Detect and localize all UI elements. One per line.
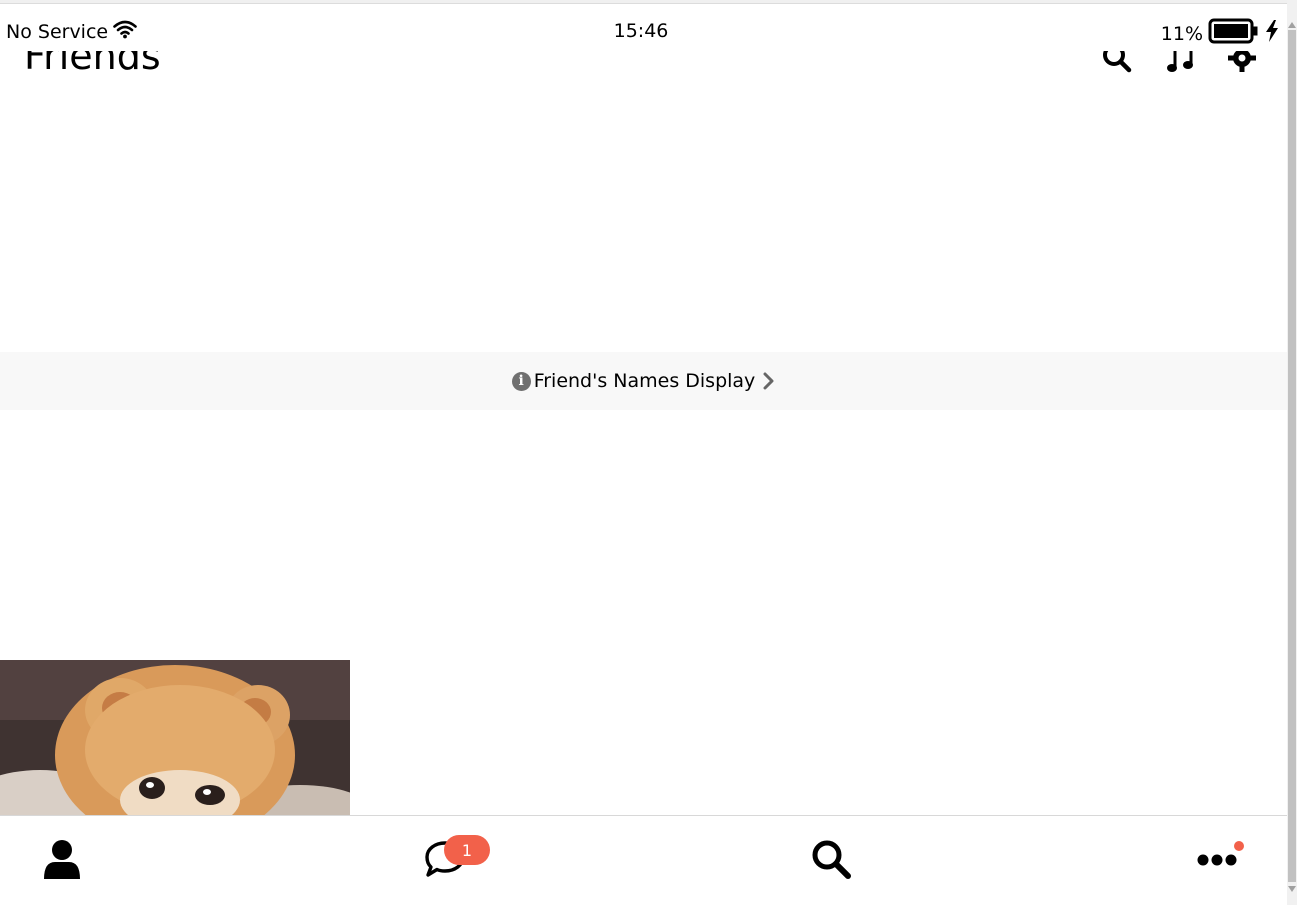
vertical-scrollbar[interactable] (1287, 0, 1297, 905)
battery-percent: 11% (1160, 23, 1203, 45)
scroll-down-arrow-icon[interactable] (1288, 884, 1296, 894)
banner-content: i Friend's Names Display (511, 370, 776, 392)
chevron-right-icon (763, 372, 775, 390)
status-time: 15:46 (613, 20, 669, 42)
more-notification-dot (1234, 841, 1244, 851)
tab-search[interactable] (786, 816, 876, 905)
lightning-bolt-icon (1265, 20, 1279, 48)
app-window: Friends No Service 15:46 11% i Friend's … (0, 0, 1297, 905)
tab-bar: 1 (0, 815, 1287, 905)
scrollbar-thumb[interactable] (1288, 30, 1296, 882)
info-icon: i (511, 371, 531, 391)
tab-friends[interactable] (17, 816, 107, 905)
more-dots-icon (1197, 852, 1237, 871)
friend-photo[interactable] (0, 660, 350, 815)
scroll-up-arrow-icon[interactable] (1288, 20, 1296, 30)
tab-more[interactable] (1172, 816, 1262, 905)
search-icon (810, 838, 852, 884)
chats-unread-badge: 1 (444, 835, 490, 865)
status-right: 11% (1161, 18, 1279, 50)
status-bar: No Service 15:46 11% (0, 4, 1287, 51)
person-icon (43, 839, 81, 883)
battery-icon (1208, 18, 1260, 50)
friends-names-display-banner[interactable]: i Friend's Names Display (0, 352, 1287, 410)
banner-label: Friend's Names Display (533, 370, 756, 392)
